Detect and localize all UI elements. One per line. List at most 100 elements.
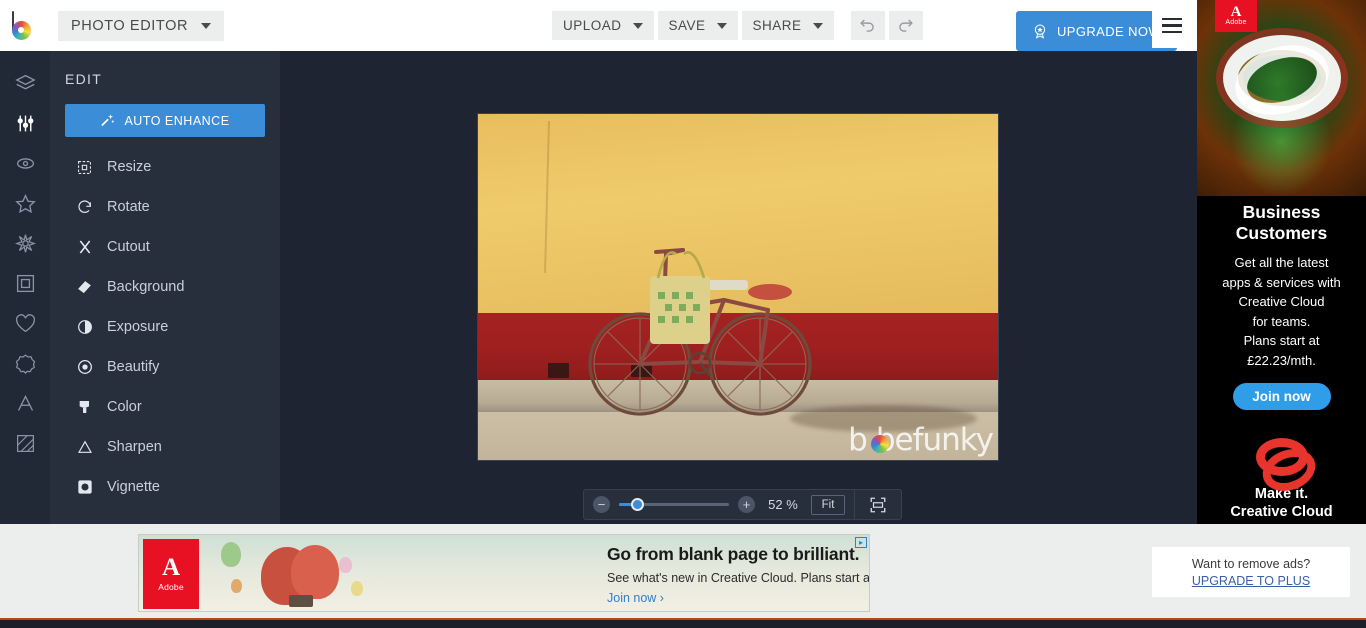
chevron-down-icon — [717, 23, 727, 29]
sliders-icon — [15, 113, 36, 134]
balloon-graphic — [231, 579, 242, 593]
redo-button[interactable] — [889, 11, 923, 40]
sidebar-item-overlays[interactable] — [0, 343, 50, 383]
remove-ads-box: Want to remove ads? UPGRADE TO PLUS — [1152, 547, 1350, 597]
edit-item-label: Exposure — [107, 319, 168, 335]
edit-item-background[interactable]: Background — [50, 267, 280, 307]
ad-footer-line2: Creative Cloud — [1206, 503, 1357, 521]
edit-item-color[interactable]: Color — [50, 387, 280, 427]
sidebar-item-effects[interactable] — [0, 183, 50, 223]
sidebar-item-textures[interactable] — [0, 423, 50, 463]
layers-icon — [15, 73, 36, 94]
edit-item-label: Vignette — [107, 479, 160, 495]
fit-button[interactable]: Fit — [811, 495, 845, 515]
befunky-logo[interactable] — [0, 0, 47, 51]
adobe-wordmark: Adobe — [1225, 19, 1246, 26]
fullscreen-icon — [869, 496, 887, 514]
zoom-out-button[interactable]: − — [593, 496, 610, 513]
main-menu-button[interactable] — [1152, 3, 1192, 48]
photo-image[interactable]: b befunky — [477, 113, 999, 461]
creative-cloud-logo-icon — [1256, 438, 1308, 476]
chevron-down-icon — [201, 23, 211, 29]
zoom-slider[interactable] — [619, 503, 729, 506]
edit-item-vignette[interactable]: Vignette — [50, 467, 280, 507]
edit-item-exposure[interactable]: Exposure — [50, 307, 280, 347]
edit-item-label: Color — [107, 399, 142, 415]
balloon-graphic — [291, 545, 339, 599]
edit-tool-list: Resize Rotate Cutout Background — [50, 147, 280, 507]
upload-label: UPLOAD — [563, 18, 622, 33]
photo-bicycle — [478, 114, 999, 461]
save-label: SAVE — [669, 18, 706, 33]
sidebar-item-graphics[interactable] — [0, 303, 50, 343]
share-menu-button[interactable]: SHARE — [742, 11, 834, 40]
zoom-in-label: + — [743, 497, 751, 512]
sidebar-item-frames[interactable] — [0, 263, 50, 303]
photo-editor-title-dropdown[interactable]: PHOTO EDITOR — [58, 11, 224, 41]
adobe-logo: A Adobe — [143, 539, 199, 609]
hamburger-icon-line — [1162, 24, 1182, 27]
share-label: SHARE — [753, 18, 802, 33]
watermark-colorwheel-icon — [871, 435, 889, 453]
edit-item-label: Cutout — [107, 239, 150, 255]
exposure-icon — [76, 319, 93, 336]
vignette-icon — [76, 479, 93, 496]
fullscreen-button[interactable] — [864, 494, 892, 516]
magic-wand-icon — [100, 113, 115, 128]
edit-item-sharpen[interactable]: Sharpen — [50, 427, 280, 467]
upload-menu-button[interactable]: UPLOAD — [552, 11, 654, 40]
sidebar-item-layers[interactable] — [0, 63, 50, 103]
bicycle-basket — [650, 276, 710, 344]
canvas-area[interactable]: b befunky − + 52 % Fit — [280, 51, 1197, 524]
ad-join-now-button[interactable]: Join now — [1233, 383, 1331, 410]
upgrade-to-plus-link[interactable]: UPGRADE TO PLUS — [1192, 574, 1310, 588]
hamburger-icon-line — [1162, 31, 1182, 34]
badge-star-icon — [1032, 23, 1048, 39]
edit-item-label: Rotate — [107, 199, 150, 215]
ad-body-text: Get all the latest apps & services with … — [1206, 253, 1357, 370]
color-icon — [76, 399, 93, 416]
redo-icon — [896, 16, 915, 35]
cutout-icon — [76, 239, 93, 256]
upgrade-now-label: UPGRADE NOW — [1057, 24, 1161, 39]
sharpen-icon — [76, 439, 93, 456]
toolbar-menu-group: UPLOAD SAVE SHARE — [552, 11, 923, 40]
auto-enhance-label: AUTO ENHANCE — [124, 114, 229, 128]
save-menu-button[interactable]: SAVE — [658, 11, 738, 40]
chevron-down-icon — [633, 23, 643, 29]
flower-icon — [15, 233, 36, 254]
banner-join-now-link[interactable]: Join now › — [607, 591, 857, 605]
edit-panel: EDIT AUTO ENHANCE Resize Rotate — [50, 51, 280, 524]
zoom-in-button[interactable]: + — [738, 496, 755, 513]
edit-item-beautify[interactable]: Beautify — [50, 347, 280, 387]
undo-button[interactable] — [851, 11, 885, 40]
sidebar-item-edit[interactable] — [0, 103, 50, 143]
ad-headline-line2: Customers — [1206, 223, 1357, 244]
frame-icon — [15, 273, 36, 294]
right-sidebar-ad[interactable]: A Adobe Business Customers Get all the l… — [1197, 0, 1366, 535]
window-frame-bottom-inner — [0, 620, 1366, 628]
edit-item-rotate[interactable]: Rotate — [50, 187, 280, 227]
edit-item-cutout[interactable]: Cutout — [50, 227, 280, 267]
panel-title: EDIT — [50, 51, 280, 87]
star-icon — [15, 193, 36, 214]
edit-item-resize[interactable]: Resize — [50, 147, 280, 187]
chevron-down-icon — [813, 23, 823, 29]
sidebar-item-touchup[interactable] — [0, 143, 50, 183]
eye-icon — [15, 153, 36, 174]
undo-icon — [858, 16, 877, 35]
zoom-slider-handle[interactable] — [631, 498, 644, 511]
sidebar-item-text[interactable] — [0, 383, 50, 423]
app-title: PHOTO EDITOR — [71, 18, 188, 34]
zoom-out-label: − — [598, 497, 606, 512]
edit-item-label: Resize — [107, 159, 151, 175]
bottom-banner-ad[interactable]: A Adobe Go from blank page to brilliant.… — [138, 534, 870, 612]
edit-item-label: Sharpen — [107, 439, 162, 455]
sidebar-item-artsy[interactable] — [0, 223, 50, 263]
background-icon — [76, 279, 93, 296]
texture-icon — [15, 433, 36, 454]
ad-choices-icon[interactable]: ▸ — [855, 537, 867, 548]
auto-enhance-button[interactable]: AUTO ENHANCE — [65, 104, 265, 137]
balloon-graphic — [351, 581, 363, 596]
banner-subline: See what's new in Creative Cloud. Plans … — [607, 571, 857, 585]
